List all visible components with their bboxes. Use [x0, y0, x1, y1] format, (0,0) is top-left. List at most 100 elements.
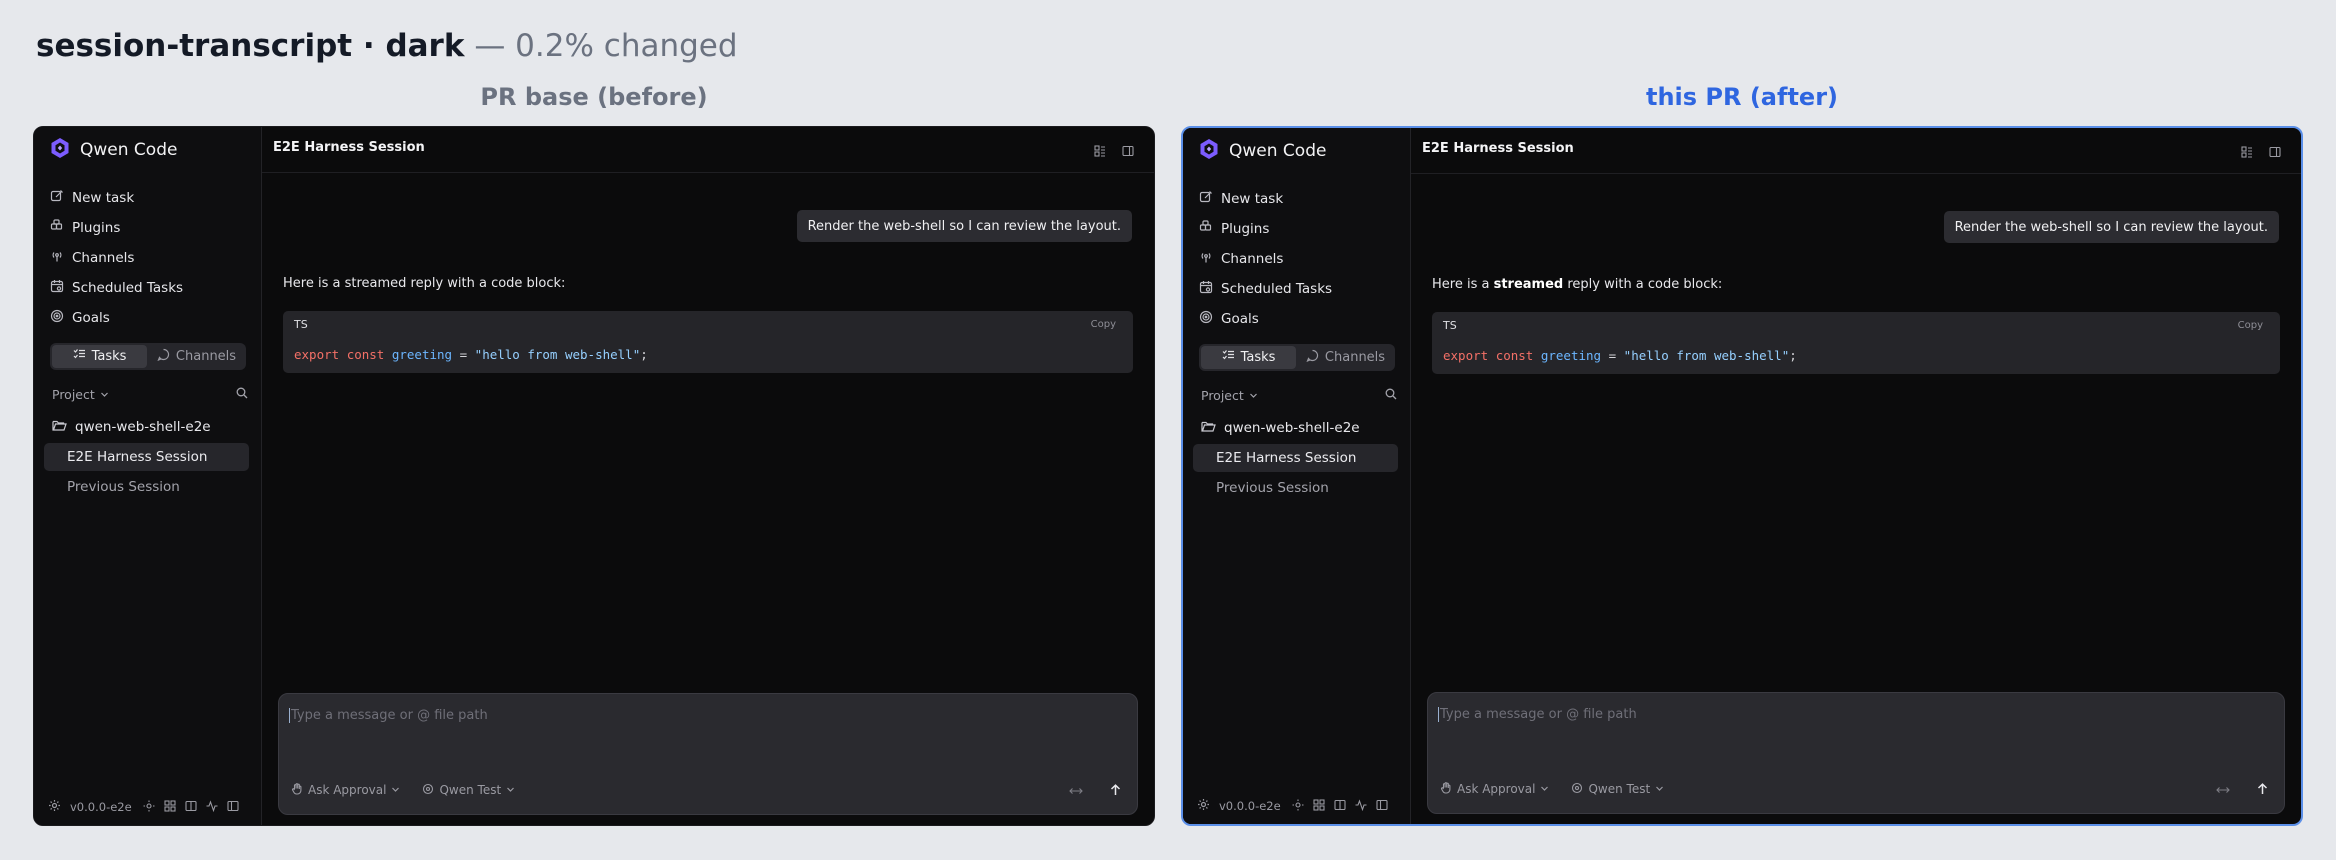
- grid-icon[interactable]: [164, 799, 176, 815]
- tab-label: Channels: [175, 349, 237, 364]
- nav-channels[interactable]: Channels: [50, 243, 250, 273]
- book-icon[interactable]: [185, 800, 197, 815]
- project-filter: Project: [1201, 384, 1397, 406]
- tab-label: Channels: [1324, 350, 1386, 365]
- code-line: export const greeting = "hello from web-…: [1443, 348, 1797, 363]
- approval-mode-dropdown[interactable]: Ask Approval: [291, 782, 400, 798]
- nav-scheduled-tasks[interactable]: Scheduled Tasks: [1199, 274, 1399, 304]
- tab-tasks[interactable]: Tasks: [1201, 346, 1296, 369]
- nav-new-task[interactable]: New task: [1199, 184, 1399, 214]
- copy-button[interactable]: Copy: [1091, 319, 1116, 330]
- sun-icon[interactable]: [1292, 799, 1304, 814]
- nav-label: Scheduled Tasks: [72, 280, 184, 296]
- calendar-icon: [1199, 280, 1213, 298]
- nav-label: New task: [1221, 191, 1284, 207]
- sun-icon[interactable]: [143, 800, 155, 815]
- tab-channels[interactable]: Channels: [149, 345, 244, 368]
- project-label: Project: [1201, 387, 1244, 403]
- expand-horizontal-icon[interactable]: [2216, 780, 2230, 799]
- project-dropdown[interactable]: Project: [52, 387, 109, 402]
- search-icon[interactable]: [236, 387, 248, 402]
- search-icon[interactable]: [1385, 388, 1397, 403]
- send-button[interactable]: [2252, 779, 2272, 799]
- nav-scheduled-tasks[interactable]: Scheduled Tasks: [50, 273, 250, 303]
- code-block: TS Copy export const greeting = "hello f…: [1432, 312, 2280, 374]
- sidebar-toggle-icon[interactable]: [1376, 799, 1388, 814]
- assistant-reply: Here is a streamed reply with a code blo…: [1432, 277, 1723, 292]
- session-item-previous[interactable]: Previous Session: [44, 473, 249, 501]
- session-title: E2E Harness Session: [1422, 141, 1574, 156]
- sidebar-tab-switch: Tasks Channels: [50, 343, 246, 370]
- header-actions: [2241, 143, 2281, 162]
- main-header: E2E Harness Session: [262, 127, 1154, 173]
- sidebar-nav: New task Plugins Channels Scheduled Task…: [1199, 184, 1399, 334]
- nav-label: Plugins: [72, 220, 121, 236]
- session-item-previous[interactable]: Previous Session: [1193, 474, 1398, 502]
- tab-label: Tasks: [91, 349, 127, 364]
- hand-icon: [291, 782, 303, 798]
- panel-toggle-icon[interactable]: [2269, 143, 2281, 162]
- nav-label: Channels: [72, 250, 135, 266]
- arrow-up-icon: [2257, 780, 2268, 799]
- list-icon: [73, 348, 86, 365]
- user-message: Render the web-shell so I can review the…: [796, 210, 1132, 242]
- plugin-icon: [1199, 220, 1213, 238]
- chat-bubble-icon: [157, 348, 170, 365]
- before-screenshot: Qwen Code New task Plugins Channels Sche…: [33, 126, 1155, 826]
- nav-label: Goals: [1221, 311, 1259, 327]
- user-message: Render the web-shell so I can review the…: [1943, 211, 2279, 243]
- chevron-down-icon: [1540, 782, 1549, 796]
- project-filter: Project: [52, 383, 248, 405]
- sidebar-toggle-icon[interactable]: [227, 800, 239, 815]
- reply-emphasis: streamed: [1493, 277, 1564, 292]
- nav-goals[interactable]: Goals: [50, 303, 250, 333]
- project-dropdown[interactable]: Project: [1201, 388, 1258, 403]
- approval-mode-dropdown[interactable]: Ask Approval: [1440, 781, 1549, 797]
- nav-plugins[interactable]: Plugins: [1199, 214, 1399, 244]
- code-language: TS: [294, 318, 308, 331]
- gear-icon[interactable]: [1197, 798, 1210, 814]
- brand[interactable]: Qwen Code: [48, 137, 177, 163]
- folder-name: qwen-web-shell-e2e: [75, 419, 211, 435]
- chevron-down-icon: [391, 783, 400, 797]
- calendar-icon: [50, 279, 64, 297]
- activity-icon[interactable]: [206, 799, 218, 815]
- nav-new-task[interactable]: New task: [50, 183, 250, 213]
- activity-icon[interactable]: [1355, 798, 1367, 814]
- message-input[interactable]: [1438, 707, 2243, 722]
- tab-tasks[interactable]: Tasks: [52, 345, 147, 368]
- session-item-e2e-harness[interactable]: E2E Harness Session: [1193, 444, 1398, 472]
- message-input[interactable]: [289, 708, 1096, 723]
- layout-icon[interactable]: [2241, 143, 2253, 162]
- sidebar-footer: v0.0.0-e2e: [1197, 796, 1403, 816]
- header-actions: [1094, 142, 1134, 161]
- book-icon[interactable]: [1334, 799, 1346, 814]
- tab-channels[interactable]: Channels: [1298, 346, 1393, 369]
- grid-icon[interactable]: [1313, 798, 1325, 814]
- project-folder[interactable]: qwen-web-shell-e2e: [1201, 416, 1360, 440]
- folder-open-icon: [1201, 420, 1216, 437]
- chevron-down-icon: [1655, 782, 1664, 796]
- nav-plugins[interactable]: Plugins: [50, 213, 250, 243]
- expand-horizontal-icon[interactable]: [1069, 781, 1083, 800]
- after-screenshot: Qwen Code New task Plugins Channels Sche…: [1181, 126, 2303, 826]
- code-line: export const greeting = "hello from web-…: [294, 347, 648, 362]
- plugin-icon: [50, 219, 64, 237]
- panel-toggle-icon[interactable]: [1122, 142, 1134, 161]
- copy-button[interactable]: Copy: [2238, 320, 2263, 331]
- nav-channels[interactable]: Channels: [1199, 244, 1399, 274]
- model-label: Qwen Test: [439, 783, 502, 797]
- nav-goals[interactable]: Goals: [1199, 304, 1399, 334]
- brand[interactable]: Qwen Code: [1197, 138, 1326, 164]
- model-dropdown[interactable]: Qwen Test: [422, 783, 515, 798]
- edit-icon: [50, 189, 64, 207]
- layout-icon[interactable]: [1094, 142, 1106, 161]
- model-dropdown[interactable]: Qwen Test: [1571, 782, 1664, 797]
- session-item-e2e-harness[interactable]: E2E Harness Session: [44, 443, 249, 471]
- code-language: TS: [1443, 319, 1457, 332]
- project-folder[interactable]: qwen-web-shell-e2e: [52, 415, 211, 439]
- gear-icon[interactable]: [48, 799, 61, 815]
- assistant-reply: Here is a streamed reply with a code blo…: [283, 276, 566, 291]
- send-button[interactable]: [1105, 780, 1125, 800]
- chevron-down-icon: [506, 783, 515, 797]
